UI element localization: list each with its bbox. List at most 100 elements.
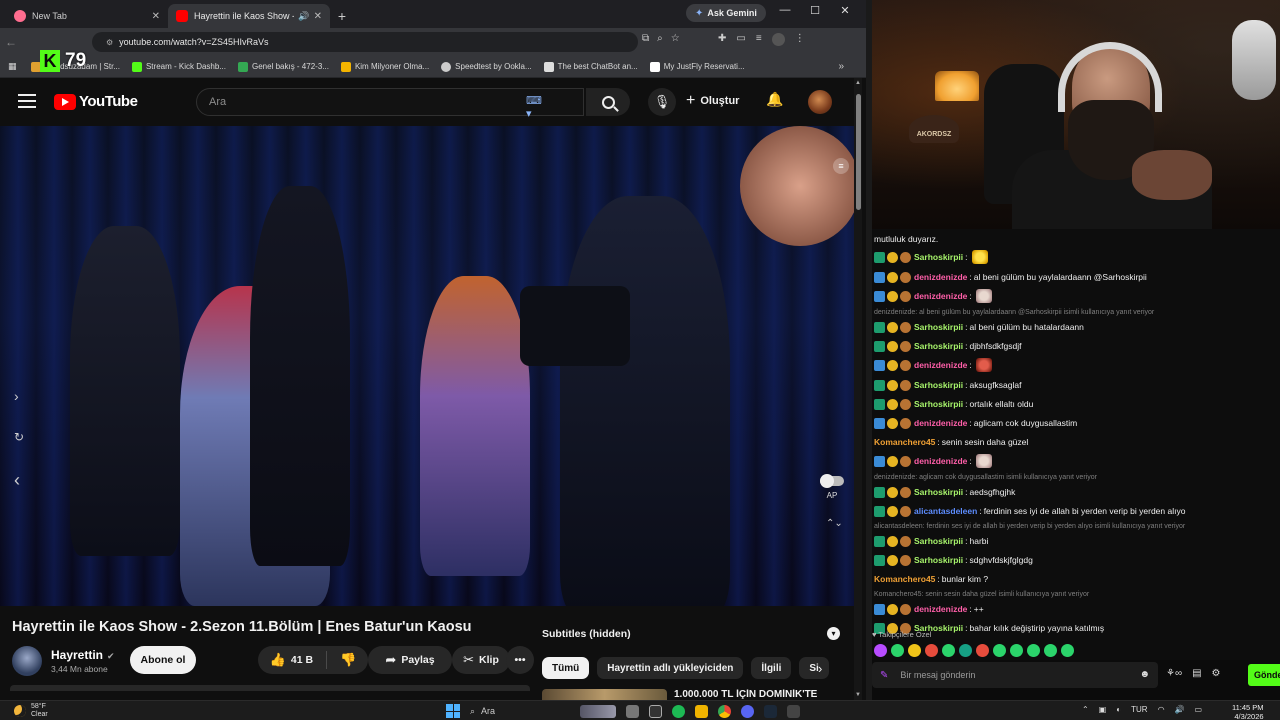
dislike-icon[interactable]: 👎 — [340, 652, 356, 668]
task-view-icon[interactable] — [626, 704, 639, 718]
discord-icon[interactable] — [741, 704, 754, 718]
emote-icon[interactable] — [1027, 644, 1040, 657]
chat-username[interactable]: Sarhoskirpii — [914, 341, 963, 351]
install-icon[interactable]: ⧉ — [642, 33, 649, 44]
emote-icon[interactable] — [925, 644, 938, 657]
scroll-thumb[interactable] — [856, 94, 861, 210]
chat-username[interactable]: alicantasdeleen — [914, 506, 977, 516]
bookmarks-overflow-icon[interactable]: » — [838, 61, 844, 72]
hamburger-menu-icon[interactable] — [18, 94, 36, 112]
minimize-button[interactable]: — — [770, 4, 800, 17]
bookmark-item[interactable]: Stream - Kick Dashb... — [131, 61, 226, 72]
keyboard-icon[interactable]: ⌨ ▾ — [526, 94, 542, 120]
wifi-icon[interactable]: ◠ — [1158, 705, 1165, 714]
tray-overflow-icon[interactable]: ⌃ — [1082, 705, 1089, 714]
emote-icon[interactable] — [891, 644, 904, 657]
scroll-up-icon[interactable]: ▲ — [855, 80, 861, 86]
next-chevron-icon[interactable]: › — [14, 388, 19, 404]
page-scrollbar[interactable]: ▲ ▼ — [854, 78, 862, 700]
app-icon[interactable] — [649, 704, 662, 718]
emote-icon[interactable] — [908, 644, 921, 657]
media-icon[interactable]: ≡ — [756, 33, 762, 46]
account-avatar[interactable] — [808, 90, 832, 114]
shop-icon[interactable]: ▤ — [1192, 668, 1201, 679]
notifications-bell-icon[interactable]: 🔔 — [766, 91, 783, 108]
emote-icon[interactable] — [959, 644, 972, 657]
subtitles-panel-header[interactable]: Subtitles (hidden) ▾ — [542, 627, 840, 640]
chat-username[interactable]: Sarhoskirpii — [914, 555, 963, 565]
chat-username[interactable]: denizdenizde — [914, 291, 967, 301]
video-player[interactable]: › ↻ ‹ ≡ AP ⌃⌄ — [0, 126, 854, 606]
recommended-video[interactable]: 1.000.000 TL İÇİN DOMİNİK'TE — [542, 689, 842, 700]
bookmark-item[interactable]: Kim Milyoner Olma... — [340, 61, 429, 72]
chat-username[interactable]: Sarhoskirpii — [914, 487, 963, 497]
chrome-icon[interactable] — [718, 704, 731, 718]
apps-grid-icon[interactable]: ▦ — [8, 61, 17, 72]
video-menu-icon[interactable]: ≡ — [833, 158, 849, 174]
emote-icon[interactable] — [874, 644, 887, 657]
chip-from-uploader[interactable]: Hayrettin adlı yükleyiciden — [597, 657, 744, 679]
emote-icon[interactable] — [993, 644, 1006, 657]
clock[interactable]: 11:45 PM 4/3/2026 — [1232, 703, 1264, 720]
close-window-button[interactable]: ✕ — [830, 4, 860, 17]
maximize-button[interactable]: ☐ — [800, 4, 830, 17]
spotify-icon[interactable] — [672, 704, 685, 718]
chat-username[interactable]: denizdenizde — [914, 272, 967, 282]
chips-next-chevron-icon[interactable]: › — [818, 661, 822, 676]
widget-thumbnail-icon[interactable] — [580, 704, 616, 718]
emote-icon[interactable] — [1044, 644, 1057, 657]
back-button[interactable]: ← — [0, 35, 22, 49]
chat-username[interactable]: Sarhoskirpii — [914, 322, 963, 332]
emote-icon[interactable] — [942, 644, 955, 657]
search-button[interactable] — [586, 88, 630, 116]
clip-button[interactable]: ✂ Klip — [452, 646, 510, 674]
description-box[interactable] — [10, 685, 530, 691]
start-windows-icon[interactable] — [446, 704, 460, 718]
tray-app-icon[interactable]: ◐ — [1116, 705, 1121, 714]
refresh-icon[interactable]: ↻ — [14, 430, 24, 444]
chat-username[interactable]: denizdenizde — [914, 604, 967, 614]
chip-all[interactable]: Tümü — [542, 657, 590, 679]
file-explorer-icon[interactable] — [695, 704, 708, 718]
ask-gemini-button[interactable]: ✦ Ask Gemini — [686, 4, 766, 22]
emote-icon[interactable] — [1061, 644, 1074, 657]
chat-username[interactable]: Komanchero45 — [874, 437, 935, 447]
chip-more[interactable]: Si — [799, 657, 829, 679]
autoplay-toggle[interactable]: AP — [820, 474, 844, 500]
chat-username[interactable]: Sarhoskirpii — [914, 380, 963, 390]
tab-youtube-video[interactable]: Hayrettin ile Kaos Show - 2 🔊 ✕ — [168, 4, 330, 28]
close-icon[interactable]: ✕ — [152, 11, 160, 22]
bookmark-item[interactable]: Genel bakış - 472-3... — [238, 61, 329, 72]
chat-username[interactable]: denizdenizde — [914, 360, 967, 370]
taskbar-search[interactable]: ⌕ Ara — [470, 703, 570, 719]
like-count[interactable]: 41 B — [291, 654, 313, 666]
like-icon[interactable]: 👍 — [270, 652, 286, 668]
youtube-logo[interactable]: YouTube — [54, 93, 138, 110]
voice-search-button[interactable]: 🎙 — [648, 88, 676, 116]
points-icon[interactable]: ⚘∞ — [1166, 668, 1182, 679]
send-button[interactable]: Gönder — [1248, 664, 1280, 686]
chat-username[interactable]: denizdenizde — [914, 456, 967, 466]
emote-icon[interactable] — [976, 644, 989, 657]
chat-username[interactable]: denizdenizde — [914, 418, 967, 428]
chip-related[interactable]: İlgili — [751, 657, 792, 679]
tab-new-tab[interactable]: New Tab ✕ — [6, 4, 168, 28]
steam-icon[interactable] — [764, 704, 777, 718]
speaker-icon[interactable]: 🔊 — [298, 11, 309, 22]
chat-username[interactable]: Komanchero45 — [874, 574, 935, 584]
extensions-icon[interactable]: ✚ — [718, 33, 726, 46]
app-icon[interactable] — [787, 704, 800, 718]
language-indicator[interactable]: TUR — [1131, 705, 1147, 714]
subscribe-button[interactable]: Abone ol — [130, 646, 196, 674]
bookmark-item[interactable]: Speedtest by Ookla... — [441, 61, 532, 72]
bookmark-item[interactable]: The best ChatBot an... — [543, 61, 638, 72]
expand-icon[interactable]: ⌃⌄ — [826, 518, 843, 529]
prev-chevron-icon[interactable]: ‹ — [14, 470, 20, 491]
site-info-icon[interactable]: ⚙ — [106, 38, 113, 47]
chat-username[interactable]: Sarhoskirpii — [914, 252, 963, 262]
chat-username[interactable]: Sarhoskirpii — [914, 399, 963, 409]
bookmark-star-icon[interactable]: ☆ — [671, 33, 680, 44]
profile-avatar[interactable] — [771, 33, 785, 46]
channel-avatar[interactable] — [12, 646, 42, 676]
bookmark-item[interactable]: My JustFly Reservati... — [649, 61, 745, 72]
